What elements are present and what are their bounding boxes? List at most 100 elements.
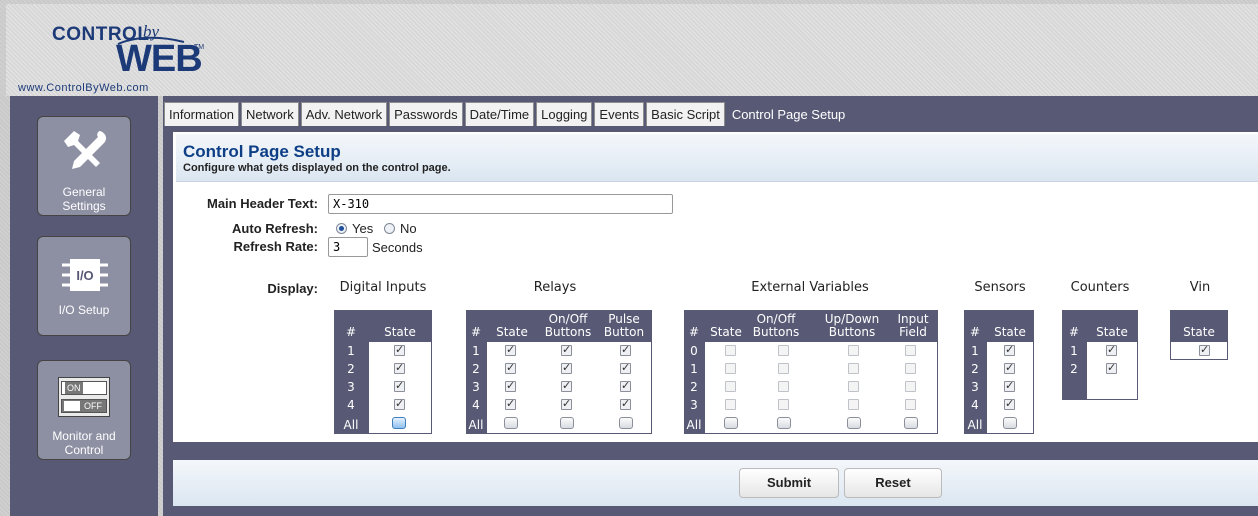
nav-monitor-control[interactable]: ON OFF Monitor and Control [37,360,131,460]
extvar-0-state-checkbox[interactable] [725,345,736,356]
relay-4-state-checkbox[interactable] [505,397,516,410]
extvar-updown-all-button[interactable] [847,417,861,429]
external-variables-header: # State On/Off Buttons Up/Down Buttons I… [684,310,938,342]
relay-2-onoff-checkbox[interactable] [561,361,572,374]
relay-1-pulse-checkbox[interactable] [620,343,631,356]
extvar-state-all-button[interactable] [724,417,738,429]
extvar-1-state-checkbox[interactable] [725,363,736,374]
tab-logging[interactable]: Logging [536,102,593,126]
extvar-0-input-checkbox[interactable] [905,345,916,356]
auto-refresh-no-radio[interactable] [384,223,395,234]
extvar-1-updown-checkbox[interactable] [848,363,859,374]
nav-general-settings[interactable]: General Settings [37,116,131,216]
tab-list: Information Network Adv. Network Passwor… [164,102,851,126]
extvar-2-onoff-checkbox[interactable] [778,381,789,392]
chip-icon: I/O [62,259,108,291]
extvar-col-input-line2: Field [899,325,927,339]
sensor-3-state-checkbox[interactable] [1004,379,1015,392]
relay-3-onoff-checkbox[interactable] [561,379,572,392]
sensor-4-state-checkbox[interactable] [1004,397,1015,410]
extvar-col-num: # [688,325,700,339]
sensor-1-state-checkbox[interactable] [1004,343,1015,356]
counters-col-state: State [1096,325,1128,339]
extvar-3-state-checkbox[interactable] [725,399,736,410]
submit-button[interactable]: Submit [739,468,839,498]
nav-io-setup-label: I/O Setup [58,303,110,317]
digital-inputs-row-num: 4 [347,398,355,412]
vin-col-state: State [1183,325,1215,339]
auto-refresh-no-label: No [400,221,417,236]
reset-button[interactable]: Reset [844,468,942,498]
relays-num-column: 1 2 3 4 All [466,342,486,434]
extvar-col-state: State [710,325,742,339]
extvar-0-onoff-checkbox[interactable] [778,345,789,356]
refresh-rate-label: Refresh Rate: [233,239,318,254]
extvar-1-onoff-checkbox[interactable] [778,363,789,374]
counter-1-state-checkbox[interactable] [1106,343,1117,356]
extvar-onoff-all-button[interactable] [777,417,791,429]
tab-information[interactable]: Information [164,102,240,126]
extvar-1-input-checkbox[interactable] [905,363,916,374]
sensors-all-label: All [967,418,983,432]
logo-tm-text: TM [194,44,205,51]
extvar-0-updown-checkbox[interactable] [848,345,859,356]
relays-state-all-button[interactable] [504,417,518,429]
relay-3-state-checkbox[interactable] [505,379,516,392]
main-header-input[interactable] [328,194,673,214]
relays-row-num: 2 [472,362,480,376]
digital-inputs-all-button[interactable] [392,417,406,429]
tab-passwords[interactable]: Passwords [389,102,463,126]
tab-network[interactable]: Network [241,102,299,126]
relay-3-pulse-checkbox[interactable] [620,379,631,392]
counters-row-num: 2 [1070,362,1078,376]
relay-2-state-checkbox[interactable] [505,361,516,374]
digital-inputs-row-num: 2 [347,362,355,376]
extvar-row-num: 1 [690,362,698,376]
relays-col-state: State [496,325,528,339]
sensors-num-column: 1 2 3 4 All [964,342,986,434]
relay-4-onoff-checkbox[interactable] [561,397,572,410]
relay-1-onoff-checkbox[interactable] [561,343,572,356]
tab-events[interactable]: Events [594,102,645,126]
auto-refresh-yes-radio[interactable] [336,223,347,234]
tab-adv-network[interactable]: Adv. Network [300,102,388,126]
vin-state-checkbox[interactable] [1199,343,1210,356]
panel-separator [173,442,1258,460]
digital-inputs-title: Digital Inputs [339,280,427,295]
controlbyweb-logo[interactable]: CONTROL by WEB TM www.ControlByWeb.com [18,20,258,104]
digital-input-3-state-checkbox[interactable] [394,379,405,392]
sensors-row-num: 2 [971,362,979,376]
digital-inputs-all-label: All [343,418,359,432]
tab-control-page-setup[interactable]: Control Page Setup [726,102,851,126]
sensors-row-num: 4 [971,398,979,412]
digital-input-4-state-checkbox[interactable] [394,397,405,410]
sensors-all-button[interactable] [1003,417,1017,429]
extvar-input-all-button[interactable] [904,417,918,429]
extvar-2-input-checkbox[interactable] [905,381,916,392]
extvar-3-updown-checkbox[interactable] [848,399,859,410]
extvar-3-onoff-checkbox[interactable] [778,399,789,410]
extvar-3-input-checkbox[interactable] [905,399,916,410]
nav-general-settings-label: General Settings [62,185,106,213]
digital-input-1-state-checkbox[interactable] [394,343,405,356]
counter-2-state-checkbox[interactable] [1106,361,1117,374]
relays-onoff-all-button[interactable] [560,417,574,429]
tab-basic-script[interactable]: Basic Script [646,102,725,126]
extvar-2-state-checkbox[interactable] [725,381,736,392]
relay-4-pulse-checkbox[interactable] [620,397,631,410]
external-variables-num-column: 0 1 2 3 All [684,342,704,434]
extvar-2-updown-checkbox[interactable] [848,381,859,392]
relays-col-onoff-line1: On/Off [548,312,588,326]
relays-header: # State On/Off Buttons Pulse Button [466,310,652,342]
sensor-2-state-checkbox[interactable] [1004,361,1015,374]
relays-pulse-all-button[interactable] [619,417,633,429]
digital-input-2-state-checkbox[interactable] [394,361,405,374]
relay-1-state-checkbox[interactable] [505,343,516,356]
switch-on-text: ON [65,382,83,394]
refresh-rate-input[interactable] [328,237,368,257]
tab-date-time[interactable]: Date/Time [464,102,535,126]
digital-inputs-num-column: 1 2 3 4 All [334,342,368,434]
refresh-rate-unit: Seconds [372,240,423,255]
relay-2-pulse-checkbox[interactable] [620,361,631,374]
nav-io-setup[interactable]: I/O I/O Setup [37,236,131,336]
